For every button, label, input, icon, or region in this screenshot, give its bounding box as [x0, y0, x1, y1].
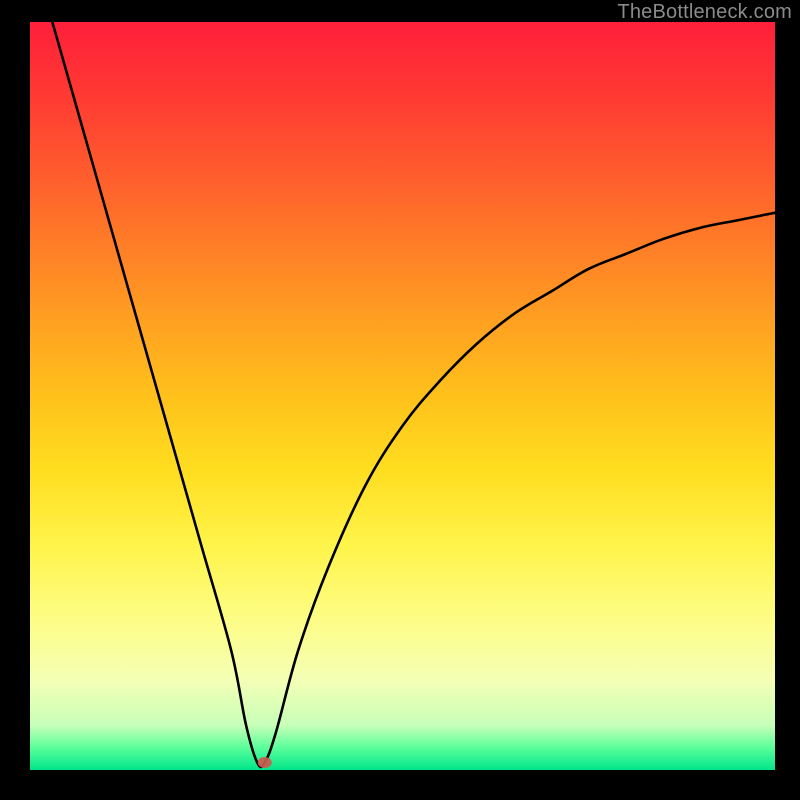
- optimal-point-marker: [258, 757, 272, 768]
- chart-svg: [30, 22, 775, 770]
- bottleneck-curve: [52, 22, 775, 767]
- chart-frame: TheBottleneck.com: [0, 0, 800, 800]
- watermark-text: TheBottleneck.com: [617, 1, 792, 24]
